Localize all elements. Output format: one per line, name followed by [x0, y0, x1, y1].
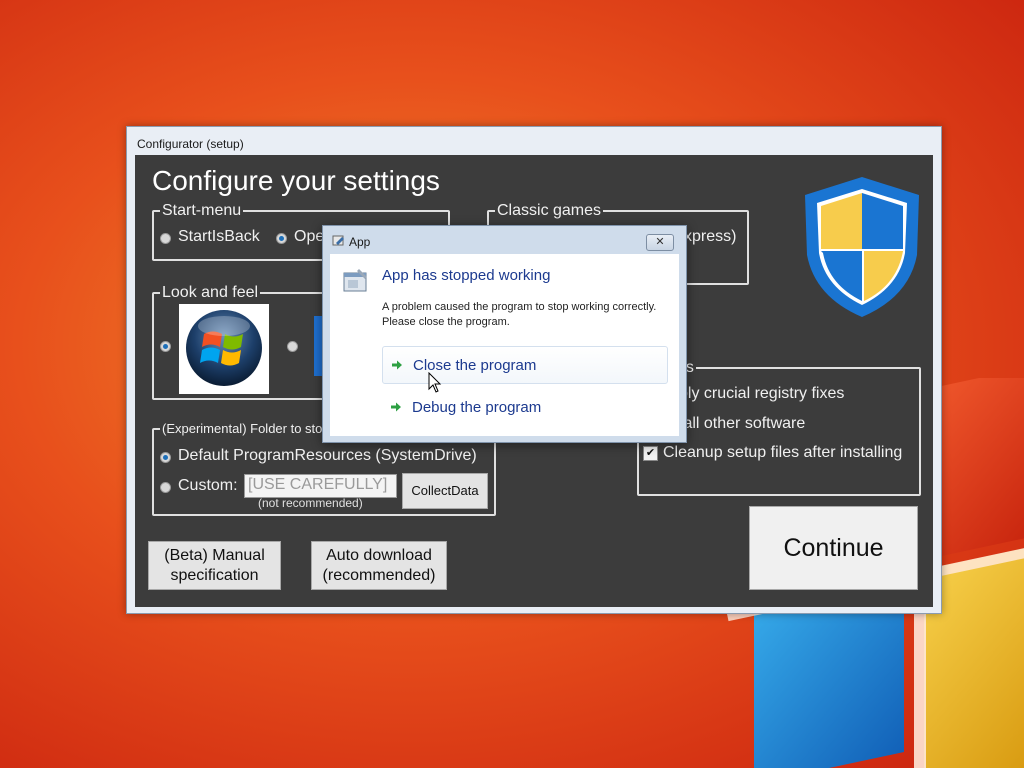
- open-shell-radio[interactable]: [276, 233, 287, 244]
- debug-program-button[interactable]: Debug the program: [382, 388, 668, 426]
- custom-folder-label: Custom:: [178, 477, 238, 494]
- look-and-feel-label: Look and feel: [160, 283, 261, 303]
- manual-spec-button[interactable]: (Beta) Manual specification: [148, 541, 281, 590]
- app-icon: [332, 235, 344, 246]
- green-arrow-icon: [391, 402, 401, 412]
- shield-icon: [805, 177, 919, 317]
- startisback-label: StartIsBack: [178, 228, 260, 245]
- registry-fixes-label: ply crucial registry fixes: [679, 385, 845, 402]
- close-icon: ✕: [655, 236, 665, 248]
- win7-orb-image[interactable]: [179, 304, 269, 394]
- classic-games-label: Classic games: [495, 201, 604, 221]
- close-program-button[interactable]: Close the program: [382, 346, 668, 384]
- classic-games-option-label: xpress): [684, 228, 737, 245]
- close-program-label: Close the program: [413, 356, 537, 374]
- program-error-icon: [343, 269, 367, 292]
- dialog-message: A problem caused the program to stop wor…: [382, 301, 657, 328]
- windows-orb-icon: [186, 310, 262, 386]
- page-title: Configure your settings: [152, 165, 440, 196]
- window-title: Configurator (setup): [137, 137, 244, 151]
- default-folder-radio[interactable]: [160, 452, 171, 463]
- install-software-label: tall other software: [679, 415, 806, 432]
- mouse-cursor-icon: [428, 372, 442, 393]
- debug-program-label: Debug the program: [412, 398, 542, 416]
- default-folder-label: Default ProgramResources (SystemDrive): [178, 447, 477, 464]
- win7-style-radio[interactable]: [160, 341, 171, 352]
- dialog-title: App: [349, 235, 371, 249]
- startmenu-label: Start-menu: [160, 201, 244, 221]
- app-error-dialog: App ✕ App has stopped working A problem …: [322, 225, 687, 443]
- cleanup-checkbox[interactable]: ✔: [643, 446, 658, 461]
- green-arrow-icon: [392, 360, 402, 370]
- startisback-radio[interactable]: [160, 233, 171, 244]
- not-recommended-note: (not recommended): [258, 496, 363, 510]
- alt-style-radio[interactable]: [287, 341, 298, 352]
- dialog-close-button[interactable]: ✕: [646, 234, 674, 251]
- collect-data-button[interactable]: CollectData: [402, 473, 488, 509]
- auto-download-button[interactable]: Auto download (recommended): [311, 541, 447, 590]
- dialog-body: App has stopped working A problem caused…: [330, 254, 679, 436]
- cleanup-label: Cleanup setup files after installing: [663, 444, 903, 461]
- look-and-feel-group: Look and feel: [152, 283, 336, 400]
- custom-folder-input[interactable]: [USE CAREFULLY]: [244, 474, 397, 498]
- folder-label: (Experimental) Folder to sto: [160, 421, 325, 437]
- dialog-heading: App has stopped working: [382, 267, 551, 284]
- continue-button[interactable]: Continue: [749, 506, 918, 590]
- open-shell-label: Ope: [294, 228, 325, 245]
- custom-folder-radio[interactable]: [160, 482, 171, 493]
